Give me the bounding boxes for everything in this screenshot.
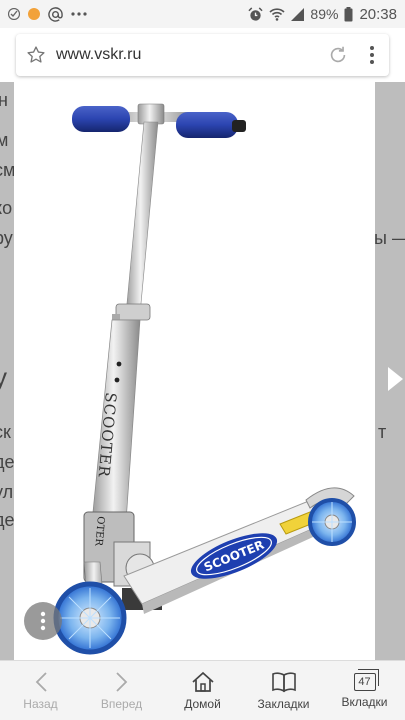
tab-count-icon: 47 bbox=[353, 668, 379, 691]
nav-bookmarks-button[interactable]: Закладки bbox=[243, 661, 324, 720]
address-bar[interactable]: www.vskr.ru bbox=[16, 34, 389, 76]
background-text: ск bbox=[0, 422, 11, 442]
at-sign-icon bbox=[48, 6, 63, 22]
nav-home-label: Домой bbox=[184, 696, 221, 711]
nav-back-label: Назад bbox=[23, 696, 58, 711]
status-bar: 89% 20:38 bbox=[0, 0, 405, 28]
background-heading: у bbox=[0, 362, 7, 392]
next-image-arrow-icon[interactable] bbox=[386, 366, 404, 397]
more-options-button[interactable] bbox=[24, 602, 62, 640]
bookmark-star-icon[interactable] bbox=[16, 45, 56, 65]
nav-tabs-label: Вкладки bbox=[341, 694, 388, 709]
nav-bookmarks-label: Закладки bbox=[257, 696, 310, 711]
background-text: де bbox=[0, 452, 15, 472]
reload-icon[interactable] bbox=[321, 44, 355, 66]
battery-percent: 89% bbox=[310, 6, 339, 22]
background-text: т bbox=[378, 422, 387, 442]
background-text: ко bbox=[0, 198, 13, 218]
home-icon bbox=[191, 671, 214, 692]
bookmarks-book-icon bbox=[271, 671, 296, 692]
nav-tabs-button[interactable]: 47 Вкладки bbox=[324, 661, 405, 720]
more-notifications-icon bbox=[71, 12, 87, 16]
signal-icon bbox=[291, 7, 305, 21]
background-text: де bbox=[0, 510, 15, 530]
background-text: ул bbox=[0, 482, 14, 502]
wifi-icon bbox=[269, 7, 285, 21]
bottom-navigation: Назад Вперед Домой Закладки 47 Вкладки bbox=[0, 660, 405, 720]
nav-home-button[interactable]: Домой bbox=[162, 661, 243, 720]
background-text: ы — bbox=[374, 228, 405, 248]
url-text[interactable]: www.vskr.ru bbox=[56, 46, 321, 64]
scooter-image: SCOOTER OTER SCOOTER bbox=[53, 103, 356, 655]
back-icon bbox=[35, 671, 47, 692]
background-text: ру bbox=[0, 228, 13, 248]
nav-back-button[interactable]: Назад bbox=[0, 661, 81, 720]
notification-icon bbox=[8, 8, 20, 20]
nav-forward-label: Вперед bbox=[100, 696, 143, 711]
overflow-menu-icon[interactable] bbox=[355, 45, 389, 65]
nav-forward-button[interactable]: Вперед bbox=[81, 661, 162, 720]
app-notification-icon bbox=[28, 8, 40, 20]
more-vertical-icon bbox=[40, 611, 46, 631]
background-text: м bbox=[0, 130, 9, 150]
clock: 20:38 bbox=[359, 5, 397, 23]
image-viewer[interactable]: SCOOTER OTER SCOOTER bbox=[14, 82, 375, 660]
background-text: н bbox=[0, 90, 8, 110]
alarm-icon bbox=[248, 6, 264, 22]
forward-icon bbox=[115, 671, 127, 692]
battery-icon bbox=[344, 6, 353, 22]
